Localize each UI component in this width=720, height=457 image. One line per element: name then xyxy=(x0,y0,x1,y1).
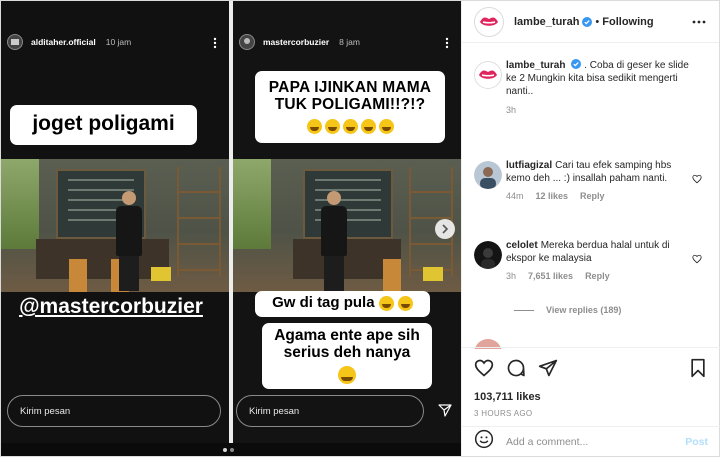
comment-time[interactable]: 3h xyxy=(506,271,516,281)
story-header: alditaher.official 10 jam xyxy=(7,34,131,50)
story-caption-mid-text: Gw di tag pula xyxy=(272,294,375,311)
rofl-emoji-icon xyxy=(342,118,358,134)
post-media[interactable]: alditaher.official 10 jam joget poligami… xyxy=(1,1,461,456)
share-paper-plane-icon[interactable] xyxy=(538,358,558,383)
chevron-right-icon xyxy=(442,224,449,234)
post-sidebar: lambe_turah • Following lambe_turah . Co… xyxy=(461,1,720,456)
story-caption-bottom-text: Agama ente ape sih serius deh nanya xyxy=(274,327,420,362)
comment-time[interactable]: 3h xyxy=(506,105,516,115)
add-comment-input[interactable]: Add a comment... xyxy=(506,436,685,448)
verified-badge-icon xyxy=(582,16,593,27)
lips-logo-icon xyxy=(474,61,502,89)
post-actions: 103,711 likes 3 HOURS AGO xyxy=(462,347,720,418)
send-message-input[interactable]: Kirim pesan xyxy=(7,395,221,427)
laughing-emoji-icon xyxy=(324,118,340,134)
more-options-icon[interactable] xyxy=(691,14,707,35)
author-avatar[interactable] xyxy=(474,6,504,37)
story-screenshot-2: mastercorbuzier 8 jam PAPA IJINKAN MAMA … xyxy=(233,1,461,443)
lips-logo-icon xyxy=(477,9,501,34)
rofl-emoji-icon xyxy=(360,118,376,134)
more-options-icon xyxy=(213,36,217,54)
reply-button[interactable]: Reply xyxy=(580,191,605,201)
comment-username[interactable]: lutfiagizal xyxy=(506,160,552,171)
post-caption: lambe_turah . Coba di geser ke slide ke … xyxy=(462,59,720,159)
comment-username[interactable]: lambe_turah xyxy=(506,60,565,71)
commenter-avatar[interactable] xyxy=(474,61,502,89)
avatar-icon xyxy=(11,39,19,45)
header-separator: • xyxy=(595,15,600,28)
avatar-icon xyxy=(244,38,250,44)
comment-text: celolet Mereka berdua halal untuk di eksp… xyxy=(506,239,690,265)
story-caption-bottom: Agama ente ape sih serius deh nanya xyxy=(262,323,432,389)
like-comment-heart-icon[interactable] xyxy=(692,171,702,189)
comment-meta: 3h xyxy=(506,105,690,115)
comment-time[interactable]: 44m xyxy=(506,191,524,201)
view-replies-button[interactable]: View replies (189) xyxy=(462,299,720,321)
story-photo xyxy=(233,159,461,292)
story-caption-top: joget poligami xyxy=(10,105,197,145)
comment-likes[interactable]: 12 likes xyxy=(536,191,569,201)
like-count[interactable]: 103,711 likes xyxy=(474,391,708,403)
story-username: alditaher.official xyxy=(31,37,96,47)
commenter-avatar[interactable] xyxy=(474,161,502,189)
story-time: 8 jam xyxy=(339,37,360,47)
following-button[interactable]: Following xyxy=(602,16,653,28)
story-photo xyxy=(1,159,229,292)
verified-badge-icon xyxy=(571,59,582,69)
post-timestamp[interactable]: 3 HOURS AGO xyxy=(474,409,708,418)
story-username: mastercorbuzier xyxy=(263,37,330,47)
story-caption-text: PAPA IJINKAN MAMA TUK POLIGAMI!!?!? xyxy=(268,79,432,114)
comment-meta: 44m 12 likes Reply xyxy=(506,191,690,201)
view-replies-label: View replies (189) xyxy=(546,305,622,315)
comment-item: celolet Mereka berdua halal untuk di eksp… xyxy=(462,239,720,299)
carousel-dot xyxy=(230,448,234,452)
comment-text: lambe_turah . Coba di geser ke slide ke … xyxy=(506,59,690,99)
commenter-avatar[interactable] xyxy=(474,241,502,269)
story-caption-top: PAPA IJINKAN MAMA TUK POLIGAMI!!?!? xyxy=(255,71,445,143)
more-options-icon xyxy=(445,36,449,54)
post-header: lambe_turah • Following xyxy=(462,1,719,43)
comment-meta: 3h 7,651 likes Reply xyxy=(506,271,690,281)
grin-emoji-icon xyxy=(338,365,356,384)
comment-bubble-icon[interactable] xyxy=(506,358,526,383)
carousel-indicator xyxy=(223,448,234,452)
action-icons xyxy=(474,358,708,383)
like-heart-icon[interactable] xyxy=(474,358,494,383)
story-caption-mid: Gw di tag pula xyxy=(255,291,430,317)
story-screenshot-1: alditaher.official 10 jam joget poligami… xyxy=(1,1,229,443)
story-time: 10 jam xyxy=(105,37,132,47)
reply-button[interactable]: Reply xyxy=(585,271,610,281)
comment-text: lutfiagizal Cari tau efek samping hbs kem… xyxy=(506,159,690,185)
avatar-icon xyxy=(474,241,502,269)
replies-line xyxy=(514,309,534,311)
story-header: mastercorbuzier 8 jam xyxy=(239,34,360,50)
story-avatar xyxy=(7,34,23,50)
comment-likes[interactable]: 7,651 likes xyxy=(528,271,573,281)
like-comment-heart-icon[interactable] xyxy=(692,251,702,269)
comments-list: lambe_turah . Coba di geser ke slide ke … xyxy=(462,59,720,321)
rofl-emoji-icon xyxy=(378,118,394,134)
story-mention: @mastercorbuzier xyxy=(19,295,203,318)
rofl-emoji-icon xyxy=(397,295,413,311)
story-avatar xyxy=(239,34,255,50)
rofl-emoji-icon xyxy=(378,295,394,311)
laughing-emoji-icon xyxy=(306,118,322,134)
emoji-smiley-icon[interactable] xyxy=(474,429,494,454)
author-username[interactable]: lambe_turah xyxy=(514,16,579,28)
post-comment-button[interactable]: Post xyxy=(685,436,708,448)
comment-item: lutfiagizal Cari tau efek samping hbs kem… xyxy=(462,159,720,239)
save-bookmark-icon[interactable] xyxy=(688,358,708,383)
avatar-icon xyxy=(474,161,502,189)
next-slide-button[interactable] xyxy=(435,219,455,239)
emoji-row xyxy=(255,118,445,134)
add-comment-bar: Add a comment... Post xyxy=(462,426,720,456)
comment-username[interactable]: celolet xyxy=(506,240,538,251)
carousel-dot-active xyxy=(223,448,227,452)
send-message-input[interactable]: Kirim pesan xyxy=(236,395,424,427)
send-icon[interactable] xyxy=(438,403,452,422)
